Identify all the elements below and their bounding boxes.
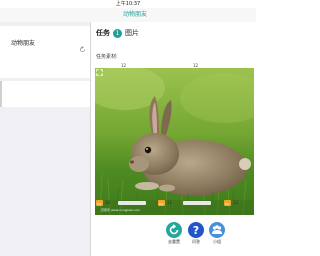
thumbnail-item[interactable]: 10 [96, 198, 110, 208]
main-content: 任务 1 图片 任务素材: 12 12 农家乐 www.nongjiale.co… [91, 22, 256, 256]
status-bar: 上午10:37 [0, 0, 256, 8]
thumbnail-divider [118, 201, 146, 205]
refresh-icon[interactable] [79, 46, 86, 53]
group-button[interactable]: 小组 [206, 222, 228, 252]
image-icon [158, 200, 165, 206]
reset-button[interactable]: 去重置 [163, 222, 185, 252]
thumbnail-divider [183, 201, 211, 205]
sidebar: 动物朋友 [0, 22, 91, 256]
task-number-badge: 1 [113, 28, 122, 38]
svg-text:?: ? [193, 224, 199, 237]
status-time: 上午10:37 [115, 1, 141, 7]
task-label: 任务 [96, 29, 110, 37]
task-kind: 图片 [125, 29, 139, 37]
group-label: 小组 [213, 239, 221, 244]
sidebar-item[interactable] [0, 81, 90, 107]
task-header: 任务 1 图片 [96, 27, 139, 39]
thumbnail-row: 10 11 12 [96, 198, 251, 208]
thumbnail-number: 10 [105, 200, 111, 205]
photo-watermark: 农家乐 www.nongjiale.com [101, 208, 141, 212]
thumbnail-item[interactable]: 12 [224, 198, 238, 208]
qa-label: 问答 [192, 239, 200, 244]
navigation-bar: 动物朋友 [0, 8, 256, 23]
rabbit-illustration [95, 68, 254, 215]
qa-button[interactable]: ? 问答 [185, 222, 207, 252]
rabbit-photo[interactable]: 农家乐 www.nongjiale.com [95, 68, 254, 215]
image-icon [96, 200, 103, 206]
sidebar-header: 动物朋友 [0, 26, 90, 78]
refresh-icon [166, 222, 182, 238]
thumbnail-number: 12 [233, 200, 239, 205]
thumbnail-number: 11 [167, 200, 173, 205]
expand-icon[interactable] [96, 69, 103, 76]
thumbnail-item[interactable]: 11 [158, 198, 172, 208]
nav-title: 动物朋友 [122, 11, 147, 18]
material-label: 任务素材: [96, 54, 118, 60]
group-icon [209, 222, 225, 238]
sidebar-title: 动物朋友 [11, 40, 36, 47]
reset-label: 去重置 [168, 239, 180, 244]
image-icon [224, 200, 231, 206]
question-icon: ? [188, 222, 204, 238]
